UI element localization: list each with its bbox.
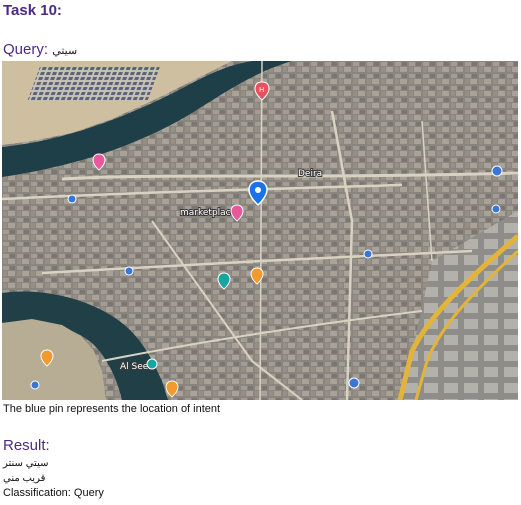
query-label: Query: <box>3 41 49 58</box>
solar-field <box>27 67 160 101</box>
label-deira: Deira <box>298 169 322 179</box>
result-line-2: قريب مني <box>3 473 46 484</box>
task-title: Task 10: <box>3 2 62 19</box>
result-line-1: سيتي سنتر <box>3 458 49 469</box>
transit-icon[interactable] <box>491 204 501 214</box>
transit-icon[interactable] <box>67 194 77 204</box>
transit-icon[interactable] <box>491 165 503 177</box>
map-view[interactable]: Deira Al Seef marketplace H <box>2 61 518 400</box>
label-marketplace: marketplace <box>180 208 237 218</box>
classification-line: Classification: Query <box>3 487 104 499</box>
query-line: Query: سيتي <box>3 41 77 58</box>
svg-text:H: H <box>259 86 264 94</box>
map-caption: The blue pin represents the location of … <box>3 403 221 415</box>
transit-icon[interactable] <box>348 377 360 389</box>
result-heading: Result: <box>3 437 50 454</box>
transit-icon[interactable] <box>124 266 134 276</box>
attraction-icon[interactable] <box>146 358 158 370</box>
query-text: سيتي <box>52 45 78 57</box>
transit-icon[interactable] <box>30 380 40 390</box>
transit-icon[interactable] <box>363 249 373 259</box>
